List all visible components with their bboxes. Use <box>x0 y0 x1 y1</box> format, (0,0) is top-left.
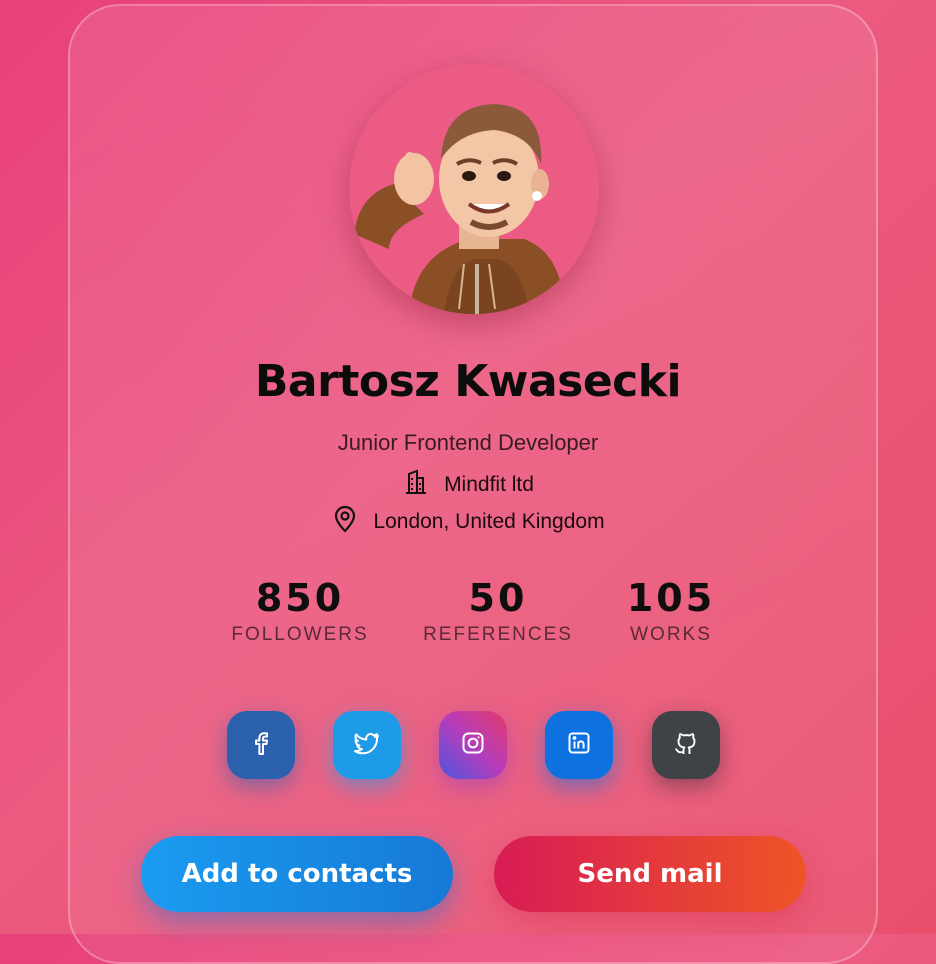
github-button[interactable] <box>652 711 720 779</box>
stat-label: FOLLOWERS <box>231 624 369 645</box>
stat-value: 105 <box>626 576 716 620</box>
stat-references: 50 REFERENCES <box>398 576 598 646</box>
company-name: Mindfit ltd <box>444 473 534 496</box>
stat-label: WORKS <box>630 624 712 645</box>
instagram-icon <box>460 730 486 760</box>
stat-followers: 850 FOLLOWERS <box>200 576 400 646</box>
stat-value: 50 <box>468 576 528 620</box>
instagram-button[interactable] <box>439 711 507 779</box>
location-row: London, United Kingdom <box>0 505 936 539</box>
company-row: Mindfit ltd <box>0 468 936 502</box>
twitter-button[interactable] <box>333 711 401 779</box>
map-pin-icon <box>331 505 359 539</box>
avatar <box>349 64 599 314</box>
profile-name: Bartosz Kwasecki <box>254 356 682 407</box>
add-to-contacts-button[interactable]: Add to contacts <box>141 836 453 912</box>
location-text: London, United Kingdom <box>373 510 605 533</box>
twitter-icon <box>354 730 380 760</box>
stat-label: REFERENCES <box>423 624 573 645</box>
github-icon <box>673 730 699 760</box>
linkedin-button[interactable] <box>545 711 613 779</box>
facebook-button[interactable] <box>227 711 295 779</box>
stat-works: 105 WORKS <box>571 576 771 646</box>
send-mail-button[interactable]: Send mail <box>494 836 806 912</box>
profile-title: Junior Frontend Developer <box>337 430 599 455</box>
stat-value: 850 <box>255 576 345 620</box>
building-icon <box>402 468 430 502</box>
facebook-icon <box>248 730 274 760</box>
linkedin-icon <box>566 730 592 760</box>
